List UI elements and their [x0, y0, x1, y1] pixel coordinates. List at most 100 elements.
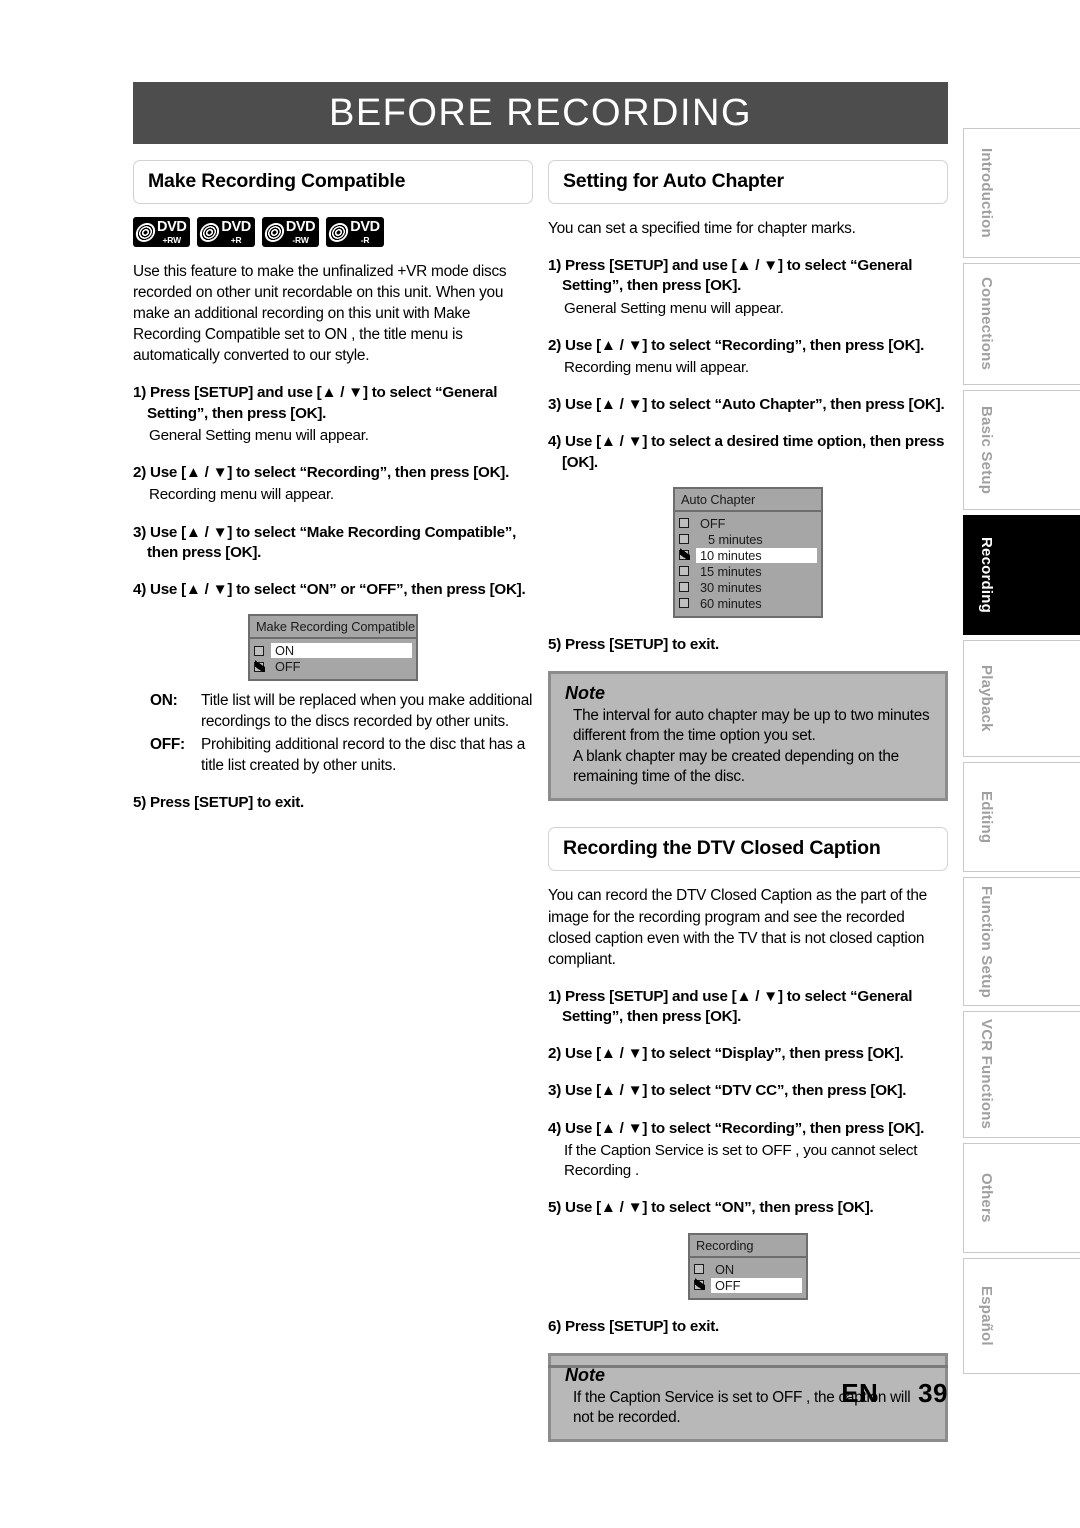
instruction-step: 1) Press [SETUP] and use [▲ / ▼] to sele…	[548, 987, 948, 1027]
unchecked-checkbox-icon[interactable]	[694, 1264, 704, 1275]
section-tab-vcr-functions[interactable]: VCR Functions	[963, 1011, 1080, 1138]
note-line: The interval for auto chapter may be up …	[573, 707, 930, 745]
osd-option-row[interactable]: ON	[254, 643, 412, 659]
disc-logo-main: DVD	[350, 219, 380, 235]
osd-auto-chapter: Auto Chapter OFF 5 minutes 10 minutes 15 min…	[673, 486, 823, 618]
footer-page-number: 39	[918, 1378, 948, 1408]
section-tab-introduction[interactable]: Introduction	[963, 128, 1080, 258]
definition-term: OFF:	[150, 735, 185, 753]
note-box-auto-chapter: Note The interval for auto chapter may b…	[548, 671, 948, 802]
section-tab-others[interactable]: Others	[963, 1143, 1080, 1253]
osd-option-row[interactable]: OFF	[679, 516, 817, 531]
step-number: 1)	[548, 257, 565, 275]
osd-option-list: ON OFF	[690, 1258, 806, 1298]
dtv-caption-intro: You can record the DTV Closed Caption as…	[548, 887, 927, 968]
section-tab-connections[interactable]: Connections	[963, 263, 1080, 385]
step-number: 1)	[133, 384, 150, 402]
disc-logo: DVD -RW	[261, 217, 320, 247]
osd-recording: Recording ON OFF	[688, 1232, 808, 1300]
step-number: 4)	[548, 1119, 565, 1137]
osd-option-row[interactable]: OFF	[254, 659, 412, 674]
section-tab-label: Connections	[978, 277, 995, 371]
osd-option-row[interactable]: 10 minutes	[679, 547, 817, 563]
instruction-step: 2) Use [▲ / ▼] to select “Recording”, th…	[133, 463, 533, 483]
auto-chapter-final-step: 5) Press [SETUP] to exit.	[548, 635, 948, 655]
osd-option-label: 60 minutes	[700, 595, 762, 611]
section-tab-label: Español	[978, 1286, 995, 1346]
osd-option-row[interactable]: 60 minutes	[679, 596, 817, 611]
disc-logo-format: -R	[360, 234, 370, 245]
instruction-step: 3) Use [▲ / ▼] to select “DTV CC”, then …	[548, 1081, 948, 1101]
checked-checkbox-icon[interactable]	[679, 548, 690, 561]
instruction-step: 4) Use [▲ / ▼] to select “Recording”, th…	[548, 1119, 948, 1139]
section-tab-label: Playback	[978, 665, 995, 732]
instruction-step: 4) Use [▲ / ▼] to select “ON” or “OFF”, …	[133, 580, 533, 600]
osd-option-row[interactable]: 30 minutes	[679, 580, 817, 595]
dtv-caption-final-step-number: 6)	[548, 1317, 562, 1335]
section-tab-recording[interactable]: Recording	[963, 515, 1080, 635]
disc-logo-text: DVD -R	[350, 219, 380, 245]
section-tab-label: Function Setup	[978, 885, 995, 998]
osd-option-label: ON	[715, 1261, 734, 1277]
dtv-caption-final-step: 6) Press [SETUP] to exit.	[548, 1317, 948, 1337]
definition-row: ON: Title list will be replaced when you …	[133, 691, 533, 733]
disc-logo-row: DVD +RW DVD +R DVD -RW DVD -R	[133, 217, 533, 247]
step-number: 3)	[133, 523, 150, 541]
checked-checkbox-icon[interactable]	[254, 659, 265, 672]
section-tab-label: Basic Setup	[978, 405, 995, 495]
section-tab-espa-ol[interactable]: Español	[963, 1258, 1080, 1374]
section-tab-editing[interactable]: Editing	[963, 762, 1080, 872]
unchecked-checkbox-icon[interactable]	[679, 518, 689, 529]
footer-language: EN	[841, 1378, 879, 1408]
step-text: Use [▲ / ▼] to select “Auto Chapter”, th…	[564, 396, 945, 414]
dtv-caption-step-list: 1) Press [SETUP] and use [▲ / ▼] to sele…	[548, 987, 948, 1219]
osd-option-list: OFF 5 minutes 10 minutes 15 minutes 30 minut…	[675, 512, 821, 616]
disc-logo-format: +RW	[162, 234, 182, 245]
right-column: Setting for Auto Chapter You can set a s…	[548, 160, 948, 1443]
step-number: 4)	[133, 581, 150, 598]
disc-logo-text: DVD +R	[221, 220, 251, 245]
dvd-disc-icon	[134, 222, 157, 242]
left-final-step: 5) Press [SETUP] to exit.	[133, 793, 533, 813]
step-text: Use [▲ / ▼] to select “Recording”, then …	[564, 1119, 925, 1137]
osd-option-row[interactable]: OFF	[694, 1277, 802, 1293]
auto-chapter-final-step-number: 5)	[548, 635, 562, 653]
dvd-disc-icon	[327, 222, 350, 242]
section-tab-playback[interactable]: Playback	[963, 640, 1080, 757]
step-number: 5)	[548, 1199, 565, 1217]
osd-option-row[interactable]: ON	[694, 1262, 802, 1277]
section-tab-strip: Introduction Connections Basic Setup Record…	[963, 128, 1080, 1379]
osd-option-row[interactable]: 5 minutes	[679, 532, 817, 547]
unchecked-checkbox-icon[interactable]	[679, 582, 689, 593]
section-tab-basic-setup[interactable]: Basic Setup	[963, 390, 1080, 510]
step-text: Use [▲ / ▼] to select “DTV CC”, then pre…	[564, 1082, 907, 1100]
osd-option-label: 10 minutes	[696, 547, 817, 563]
step-number: 3)	[548, 396, 565, 414]
disc-logo-format: -RW	[292, 234, 309, 245]
unchecked-checkbox-icon[interactable]	[254, 645, 264, 656]
note-line: A blank chapter may be created depending…	[573, 747, 899, 786]
section-tab-function-setup[interactable]: Function Setup	[963, 877, 1080, 1006]
unchecked-checkbox-icon[interactable]	[679, 566, 689, 577]
dtv-caption-final-step-text: Press [SETUP] to exit.	[565, 1317, 720, 1335]
step-text: Use [▲ / ▼] to select a desired time opt…	[562, 433, 945, 471]
unchecked-checkbox-icon[interactable]	[679, 534, 689, 545]
unchecked-checkbox-icon[interactable]	[679, 598, 689, 609]
disc-logo: DVD -R	[326, 217, 384, 247]
instruction-step: 3) Use [▲ / ▼] to select “Auto Chapter”,…	[548, 395, 948, 415]
osd-option-row[interactable]: 15 minutes	[679, 564, 817, 579]
step-number: 2)	[133, 464, 150, 482]
step-text: Press [SETUP] and use [▲ / ▼] to select …	[562, 987, 913, 1026]
disc-logo-text: DVD -RW	[286, 220, 316, 245]
disc-logo-format: +R	[230, 234, 242, 245]
step-text: Use [▲ / ▼] to select “ON” or “OFF”, the…	[149, 581, 526, 598]
dvd-disc-icon	[198, 222, 222, 242]
section-heading-recording-dtv-closed-caption: Recording the DTV Closed Caption	[548, 827, 948, 872]
osd-title: Auto Chapter	[675, 489, 821, 512]
manual-page: BEFORE RECORDING Make Recording Compatib…	[0, 0, 1080, 1528]
instruction-step: 1) Press [SETUP] and use [▲ / ▼] to sele…	[548, 256, 948, 296]
auto-chapter-final-step-text: Press [SETUP] to exit.	[565, 635, 720, 653]
osd-make-recording-compatible: Make Recording Compatible ON OFF	[248, 614, 418, 682]
disc-logo: DVD +R	[197, 217, 255, 247]
checked-checkbox-icon[interactable]	[694, 1278, 705, 1291]
